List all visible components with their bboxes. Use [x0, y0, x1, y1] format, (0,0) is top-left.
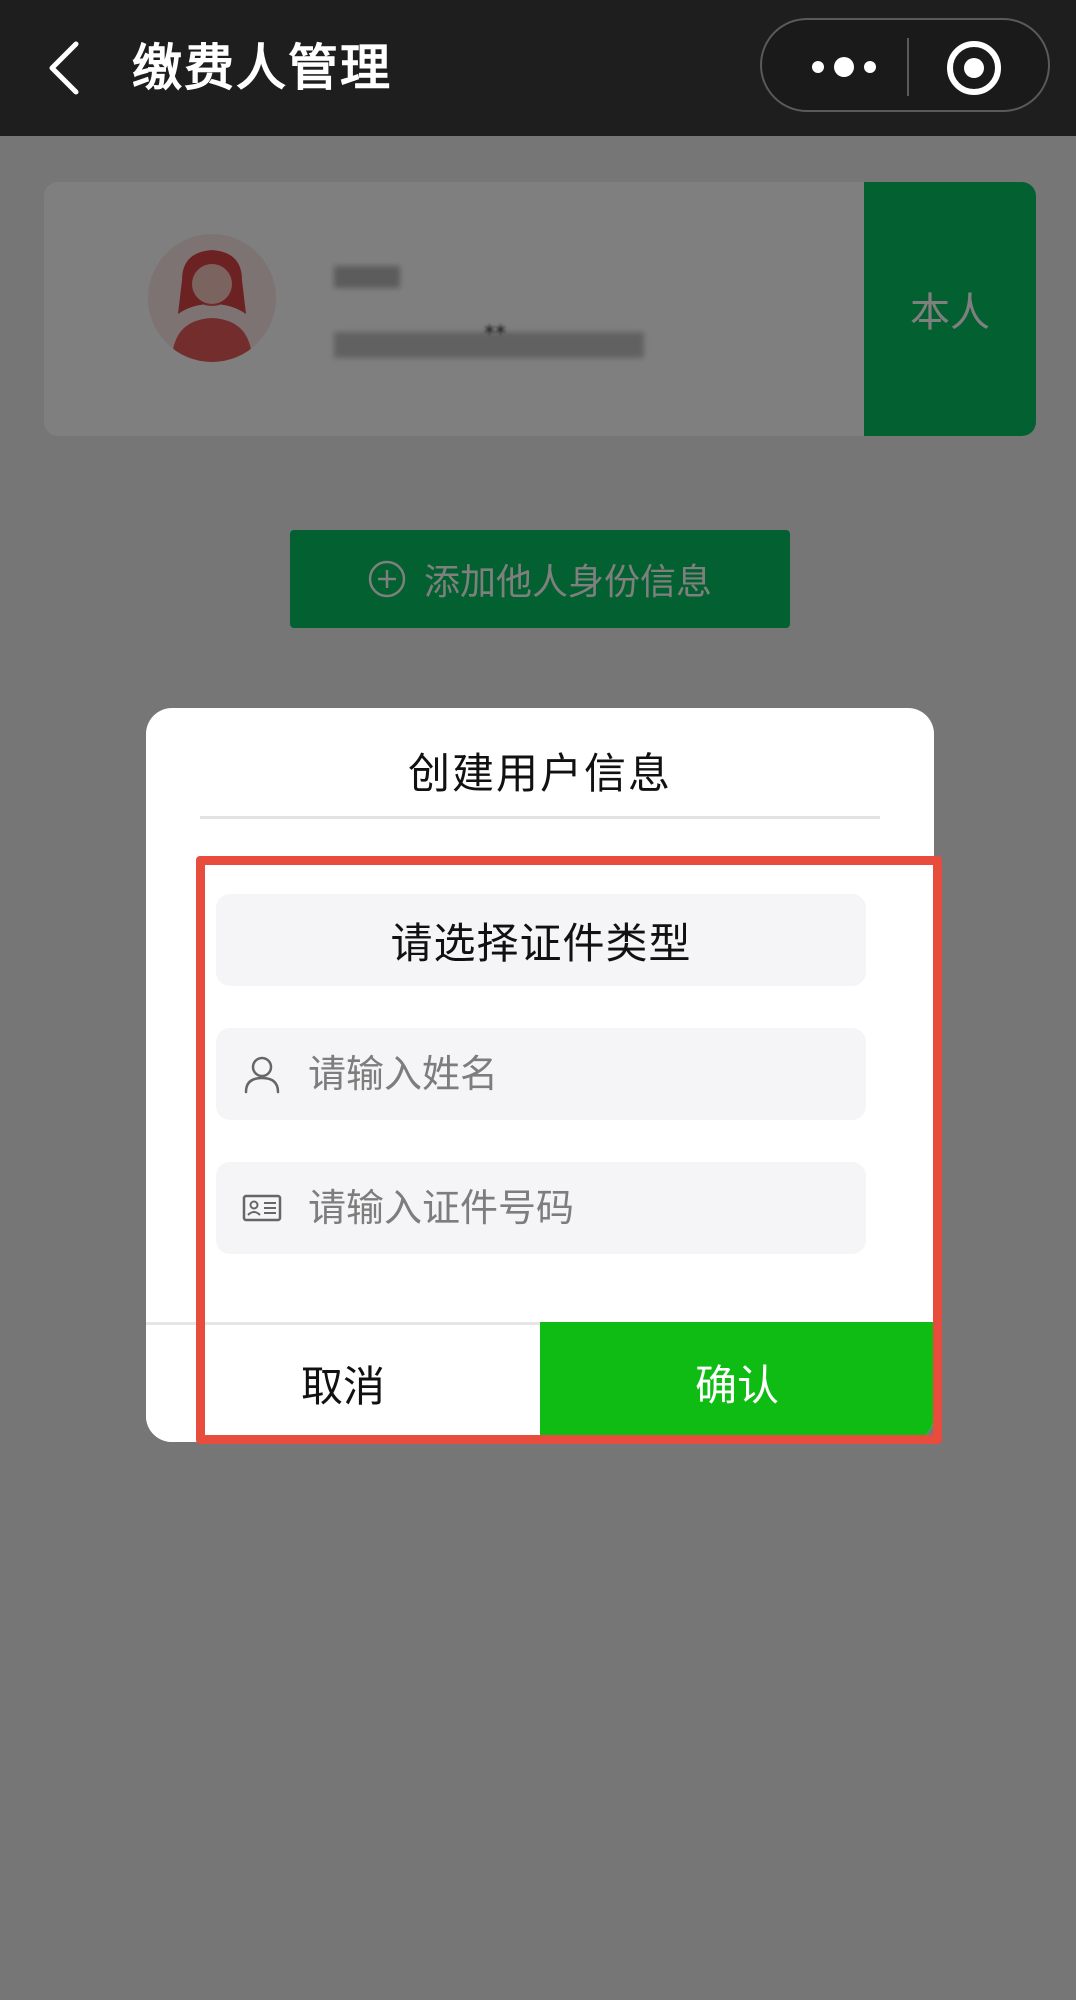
dialog-title: 创建用户信息: [407, 749, 672, 798]
back-button[interactable]: [40, 30, 96, 106]
highlight-annotation-box: [196, 856, 942, 1444]
page-title: 缴费人管理: [132, 39, 392, 97]
target-circle-icon: [947, 41, 1001, 95]
close-miniprogram-button[interactable]: [944, 38, 1004, 98]
capsule-divider: [907, 38, 909, 96]
miniprogram-capsule: [760, 18, 1050, 112]
more-button[interactable]: [796, 42, 892, 92]
title-divider: [200, 816, 880, 819]
top-nav-bar: 缴费人管理: [0, 0, 1076, 136]
more-dots-icon: [812, 57, 876, 77]
chevron-left-icon: [49, 41, 79, 95]
